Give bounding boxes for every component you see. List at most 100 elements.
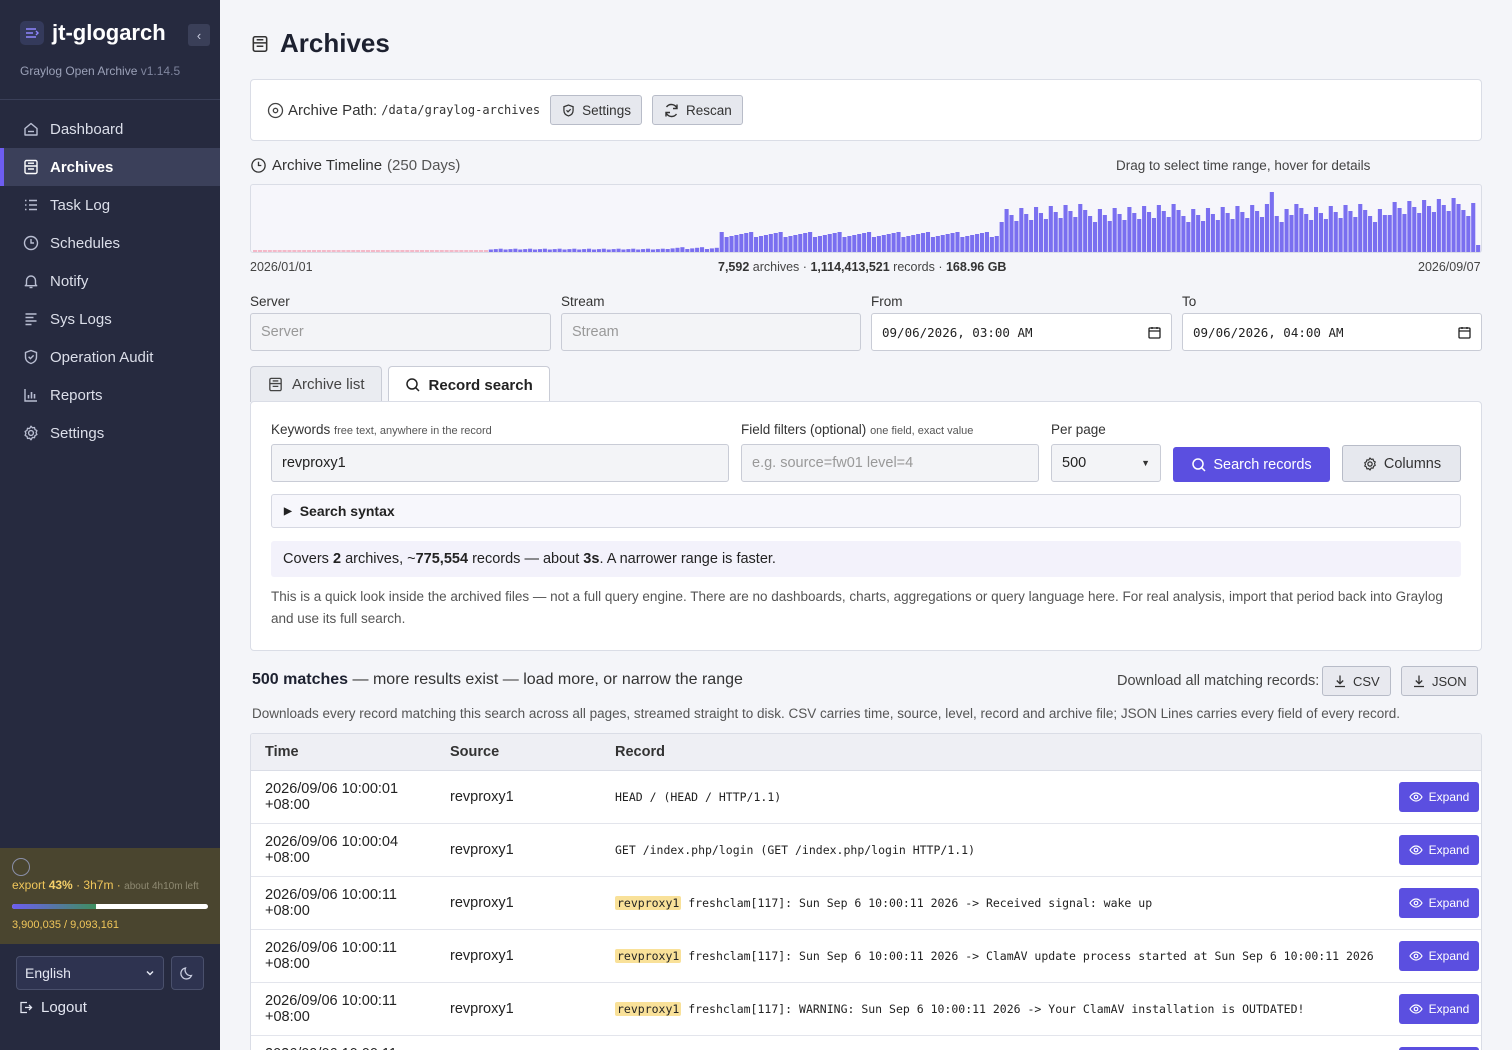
- timeline-bar[interactable]: [1338, 218, 1343, 252]
- timeline-bar[interactable]: [650, 249, 655, 253]
- sidebar-item-dashboard[interactable]: Dashboard: [0, 110, 220, 148]
- timeline-bar[interactable]: [704, 249, 710, 252]
- timeline-bar[interactable]: [1289, 215, 1294, 252]
- timeline-bar[interactable]: [901, 237, 906, 252]
- search-syntax-toggle[interactable]: ▶ Search syntax: [271, 494, 1461, 528]
- timeline-bar[interactable]: [1269, 192, 1274, 252]
- timeline-bar[interactable]: [1245, 218, 1250, 252]
- timeline-bar[interactable]: [930, 237, 935, 252]
- timeline-bar[interactable]: [454, 250, 459, 252]
- timeline-bar[interactable]: [1456, 204, 1461, 252]
- column-source[interactable]: Source: [450, 744, 499, 760]
- timeline-bar[interactable]: [449, 250, 454, 252]
- sidebar-item-schedules[interactable]: Schedules: [0, 224, 220, 262]
- archive-timeline[interactable]: [250, 184, 1482, 253]
- timeline-bar[interactable]: [297, 250, 302, 252]
- timeline-bar[interactable]: [1142, 206, 1147, 252]
- timeline-bar[interactable]: [734, 235, 739, 252]
- timeline-bar[interactable]: [916, 234, 921, 252]
- timeline-bar[interactable]: [1014, 221, 1019, 252]
- timeline-bar[interactable]: [356, 250, 361, 252]
- timeline-bar[interactable]: [444, 250, 449, 252]
- table-row[interactable]: 2026/09/06 10:00:11 +08:00 revproxy1 revpro…: [251, 877, 1481, 930]
- timeline-bars[interactable]: [251, 185, 1482, 253]
- timeline-bar[interactable]: [768, 234, 773, 252]
- timeline-bar[interactable]: [606, 249, 611, 253]
- timeline-bar[interactable]: [370, 250, 375, 252]
- timeline-bar[interactable]: [311, 250, 317, 252]
- timeline-bar[interactable]: [1215, 220, 1220, 252]
- timeline-bar[interactable]: [1372, 222, 1378, 252]
- timeline-bar[interactable]: [346, 250, 351, 252]
- timeline-bar[interactable]: [336, 250, 341, 252]
- timeline-bar[interactable]: [906, 236, 911, 252]
- timeline-bar[interactable]: [1259, 217, 1265, 252]
- timeline-bar[interactable]: [754, 237, 759, 252]
- timeline-bar[interactable]: [365, 250, 371, 252]
- timeline-bar[interactable]: [680, 247, 685, 252]
- timeline-bar[interactable]: [975, 234, 980, 252]
- timeline-bar[interactable]: [960, 237, 965, 252]
- timeline-bar[interactable]: [267, 250, 272, 252]
- sidebar-item-task-log[interactable]: Task Log: [0, 186, 220, 224]
- timeline-bar[interactable]: [1205, 208, 1211, 252]
- timeline-bar[interactable]: [857, 234, 862, 252]
- timeline-bar[interactable]: [1127, 207, 1132, 252]
- timeline-bar[interactable]: [778, 232, 783, 252]
- timeline-bar[interactable]: [881, 235, 886, 252]
- timeline-bar[interactable]: [665, 249, 670, 252]
- timeline-bar[interactable]: [508, 249, 513, 252]
- timeline-bar[interactable]: [503, 249, 508, 253]
- timeline-bar[interactable]: [434, 250, 439, 252]
- timeline-bar[interactable]: [1063, 205, 1068, 252]
- columns-button[interactable]: Columns: [1342, 445, 1461, 482]
- timeline-bar[interactable]: [862, 233, 867, 252]
- timeline-bar[interactable]: [1225, 213, 1230, 252]
- timeline-bar[interactable]: [257, 250, 263, 252]
- timeline-bar[interactable]: [788, 236, 793, 252]
- timeline-bar[interactable]: [803, 233, 808, 252]
- timeline-bar[interactable]: [326, 250, 331, 252]
- timeline-bar[interactable]: [847, 236, 852, 252]
- timeline-bar[interactable]: [1048, 206, 1053, 252]
- timeline-bar[interactable]: [513, 248, 518, 252]
- timeline-bar[interactable]: [1313, 207, 1319, 252]
- logout-link[interactable]: Logout: [18, 999, 87, 1016]
- timeline-bar[interactable]: [719, 232, 724, 252]
- expand-button[interactable]: Expand: [1399, 835, 1479, 865]
- timeline-bar[interactable]: [518, 249, 523, 253]
- column-time[interactable]: Time: [265, 744, 299, 760]
- timeline-bar[interactable]: [1382, 215, 1387, 252]
- timeline-bar[interactable]: [631, 248, 636, 252]
- timeline-bar[interactable]: [940, 235, 945, 252]
- server-input[interactable]: Server: [250, 313, 551, 351]
- timeline-bar[interactable]: [699, 247, 705, 252]
- timeline-bar[interactable]: [498, 248, 503, 252]
- timeline-bar[interactable]: [1166, 217, 1171, 252]
- timeline-bar[interactable]: [1034, 207, 1039, 252]
- timeline-bar[interactable]: [361, 250, 366, 252]
- timeline-bar[interactable]: [876, 236, 881, 252]
- timeline-bar[interactable]: [302, 250, 307, 252]
- timeline-bar[interactable]: [1201, 221, 1206, 252]
- timeline-bar[interactable]: [523, 249, 528, 252]
- expand-button[interactable]: Expand: [1399, 941, 1479, 971]
- timeline-bar[interactable]: [1446, 211, 1451, 252]
- timeline-bar[interactable]: [1431, 212, 1436, 252]
- timeline-bar[interactable]: [331, 250, 336, 252]
- timeline-bar[interactable]: [557, 248, 562, 252]
- per-page-select[interactable]: 500 ▼: [1051, 444, 1161, 482]
- timeline-bar[interactable]: [1368, 216, 1373, 252]
- timeline-bar[interactable]: [262, 250, 267, 252]
- sidebar-item-operation-audit[interactable]: Operation Audit: [0, 338, 220, 376]
- timeline-bar[interactable]: [1461, 210, 1466, 252]
- timeline-bar[interactable]: [1392, 202, 1397, 252]
- timeline-bar[interactable]: [1146, 212, 1152, 252]
- timeline-bar[interactable]: [817, 236, 822, 252]
- field-filters-input[interactable]: e.g. source=fw01 level=4: [741, 444, 1039, 482]
- timeline-bar[interactable]: [1112, 208, 1117, 252]
- timeline-bar[interactable]: [380, 250, 385, 252]
- timeline-bar[interactable]: [1323, 219, 1328, 252]
- timeline-bar[interactable]: [282, 250, 287, 252]
- timeline-bar[interactable]: [871, 237, 877, 252]
